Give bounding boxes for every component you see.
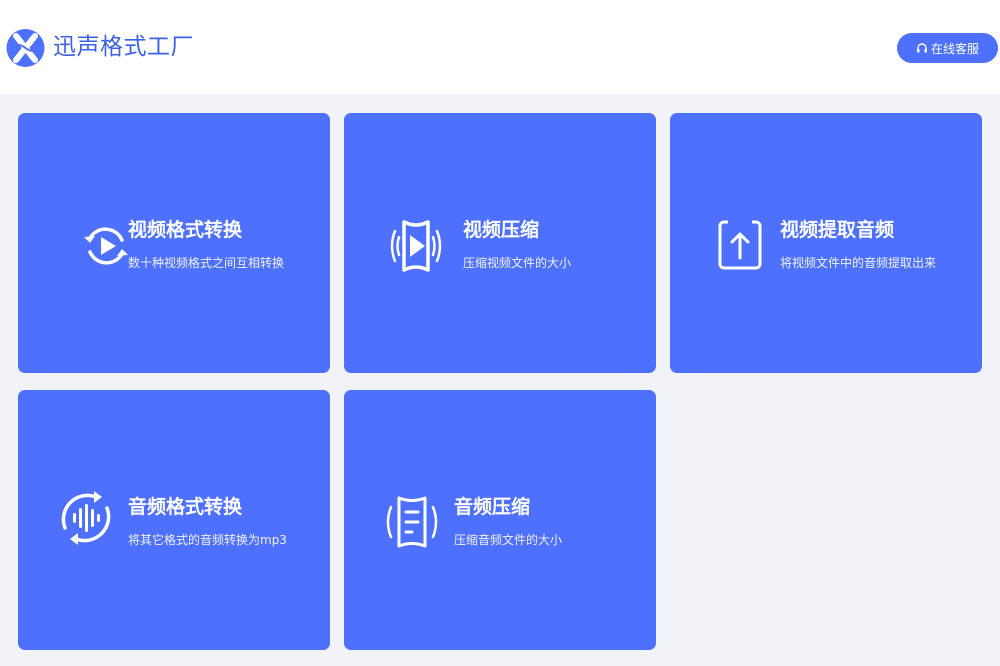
card-desc: 压缩视频文件的大小 — [463, 256, 572, 270]
card-video-extract-audio[interactable]: 视频提取音频 将视频文件中的音频提取出来 — [670, 113, 982, 373]
card-audio-format-convert[interactable]: 音频格式转换 将其它格式的音频转换为mp3 — [18, 390, 330, 650]
card-desc: 将其它格式的音频转换为mp3 — [128, 533, 287, 547]
audio-convert-icon — [56, 488, 116, 548]
card-title: 视频格式转换 — [128, 219, 243, 241]
card-desc: 数十种视频格式之间互相转换 — [128, 256, 285, 270]
headset-icon — [916, 43, 927, 53]
card-title: 音频格式转换 — [128, 496, 243, 518]
card-video-compress[interactable]: 视频压缩 压缩视频文件的大小 — [344, 113, 656, 373]
video-convert-icon — [76, 216, 136, 276]
card-audio-compress[interactable]: 音频压缩 压缩音频文件的大小 — [344, 390, 656, 650]
card-desc: 压缩音频文件的大小 — [454, 533, 563, 547]
app-logo-icon — [6, 25, 45, 71]
card-title: 音频压缩 — [454, 496, 531, 518]
audio-compress-icon — [382, 492, 442, 552]
online-service-label: 在线客服 — [930, 41, 979, 56]
audio-extract-icon — [710, 215, 770, 275]
online-service-button[interactable]: 在线客服 — [897, 33, 998, 63]
card-title: 视频压缩 — [463, 219, 540, 241]
card-title: 视频提取音频 — [780, 219, 895, 241]
video-compress-icon — [386, 216, 446, 276]
app-title: 迅声格式工厂 — [53, 34, 194, 60]
top-header: 迅声格式工厂 在线客服 — [0, 0, 1000, 94]
card-video-format-convert[interactable]: 视频格式转换 数十种视频格式之间互相转换 — [18, 113, 330, 373]
card-desc: 将视频文件中的音频提取出来 — [780, 256, 937, 270]
